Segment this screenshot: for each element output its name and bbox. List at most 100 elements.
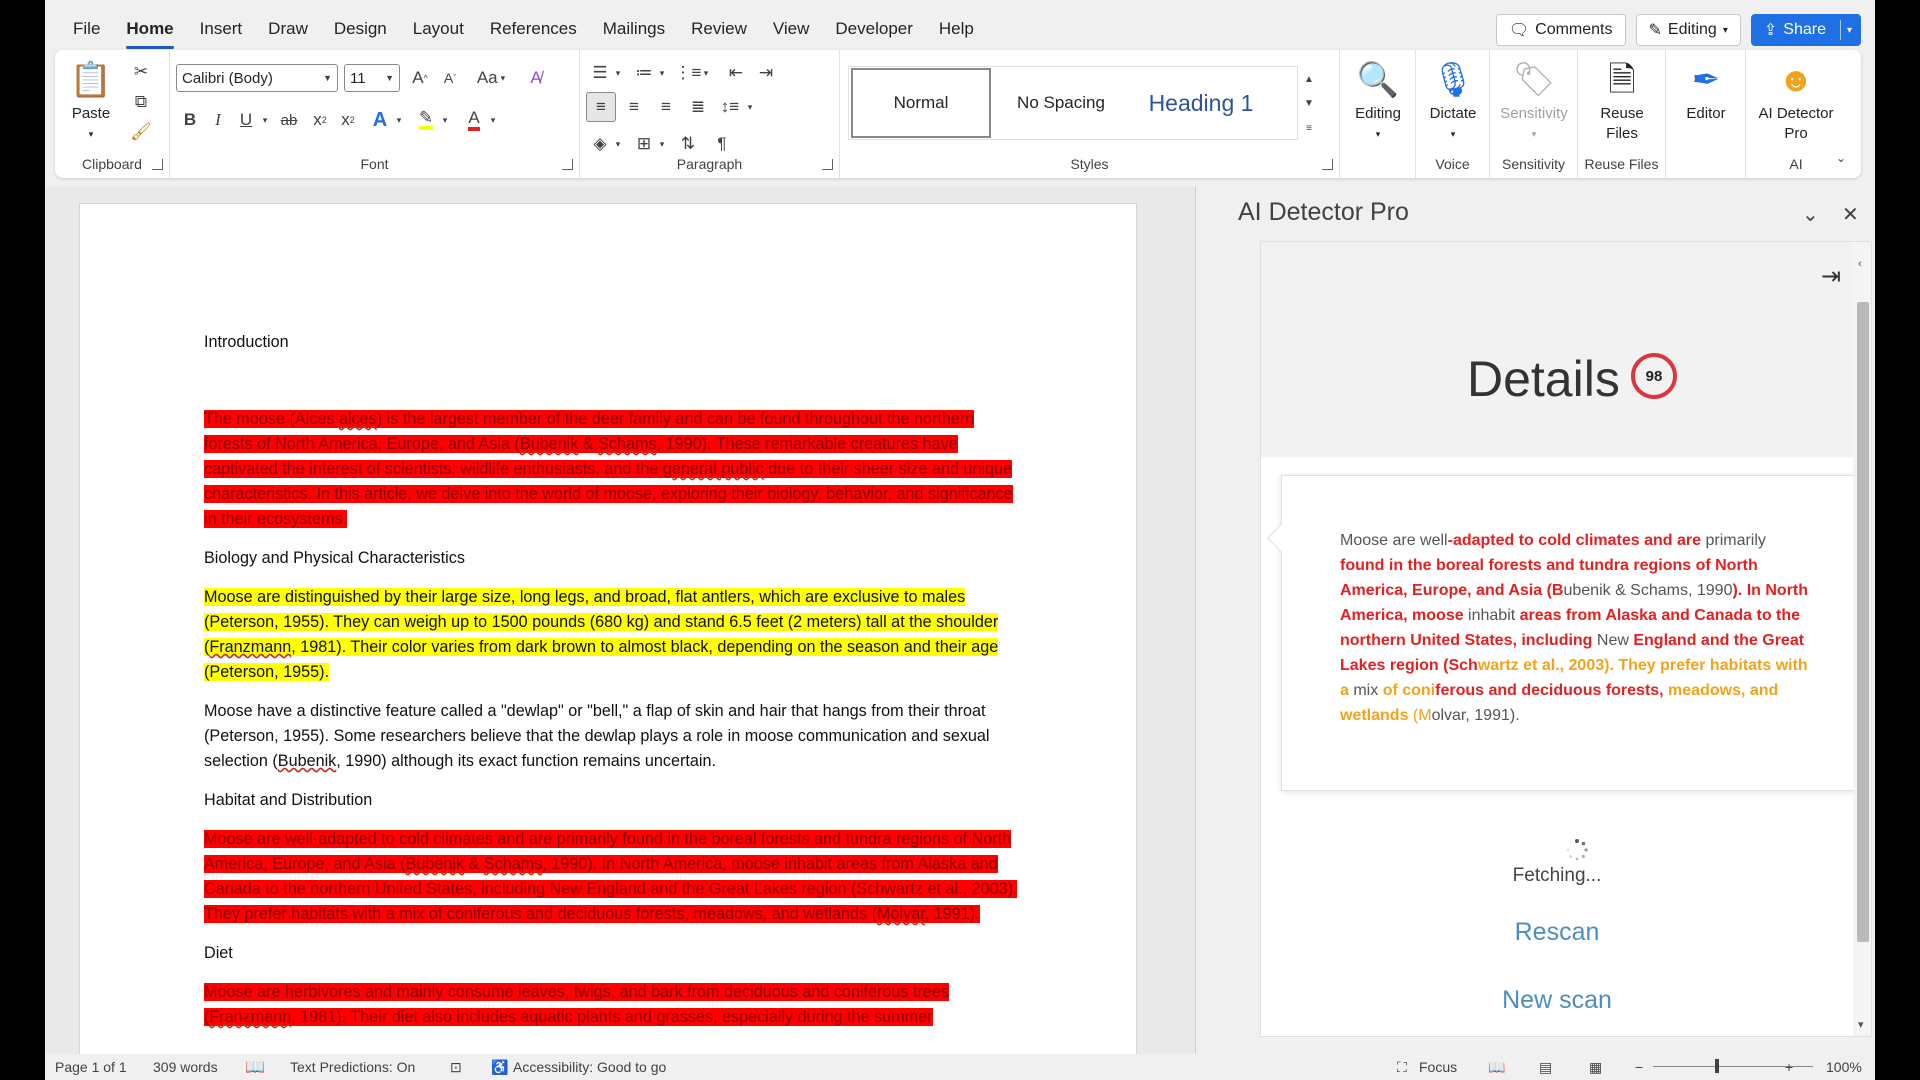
line-spacing-icon[interactable]: ↕≡	[716, 92, 744, 122]
tab-references[interactable]: References	[490, 15, 577, 43]
zoom-in-icon[interactable]: +	[1785, 1059, 1793, 1075]
borders-icon[interactable]: ⊞	[630, 130, 658, 158]
highlight-color-button[interactable]: ✎	[412, 106, 440, 134]
strikethrough-button[interactable]: ab	[274, 106, 304, 134]
shading-icon[interactable]: ◈	[586, 130, 614, 158]
numbering-icon[interactable]: ≔	[630, 60, 658, 86]
sensitivity-button[interactable]: 🏷 Sensitivity ▾	[1494, 56, 1574, 144]
rescan-link[interactable]: Rescan	[1261, 918, 1853, 947]
styles-launcher-icon[interactable]	[1322, 159, 1333, 170]
spelling-error[interactable]: alces	[339, 410, 377, 428]
gallery-more-icon[interactable]: ≡	[1306, 123, 1312, 134]
tab-mailings[interactable]: Mailings	[603, 15, 665, 43]
font-name-combo[interactable]: Calibri (Body) ▼	[176, 64, 338, 92]
cut-icon[interactable]: ✂	[129, 60, 153, 84]
increase-indent-icon[interactable]: ⇥	[752, 60, 780, 86]
tab-developer[interactable]: Developer	[835, 15, 913, 43]
spelling-error[interactable]: Franzmann	[209, 638, 291, 656]
comments-button[interactable]: 🗨 Comments	[1495, 14, 1626, 46]
pane-options-chevron-icon[interactable]: ⌄	[1802, 202, 1819, 227]
pane-scrollbar[interactable]: ‹ ▾	[1853, 242, 1871, 1036]
text-effects-chevron-icon[interactable]: ▾	[392, 106, 406, 134]
underline-button[interactable]: U	[232, 106, 260, 134]
zoom-slider-thumb[interactable]	[1715, 1059, 1719, 1073]
font-color-button[interactable]: A	[460, 106, 488, 134]
accessibility-status[interactable]: Accessibility: Good to go	[513, 1059, 666, 1075]
spelling-error[interactable]: Bubenik	[278, 752, 337, 770]
line-spacing-chevron-icon[interactable]: ▾	[744, 92, 756, 122]
reuse-files-button[interactable]: 🗎 Reuse Files	[1582, 56, 1662, 144]
scroll-up-icon[interactable]: ‹	[1858, 258, 1862, 270]
style-heading-1[interactable]: Heading 1	[1131, 68, 1271, 138]
align-right-icon[interactable]: ≡	[652, 92, 680, 122]
document-content[interactable]: Introduction The moose (Alces alces) is …	[204, 330, 1024, 1044]
tab-insert[interactable]: Insert	[200, 15, 243, 43]
tab-file[interactable]: File	[73, 15, 100, 43]
style-no-spacing[interactable]: No Spacing	[991, 68, 1131, 138]
multilevel-list-icon[interactable]: ⋮≡	[674, 60, 702, 86]
share-button[interactable]: ⇪ Share ▾	[1750, 14, 1861, 46]
numbering-chevron-icon[interactable]: ▾	[656, 60, 668, 86]
gallery-up-icon[interactable]: ▲	[1304, 74, 1314, 85]
grow-font-button[interactable]: A ^	[406, 64, 434, 92]
sign-out-icon[interactable]: ⇥	[1821, 262, 1841, 291]
editor-button[interactable]: ✒ Editor	[1666, 56, 1746, 124]
decrease-indent-icon[interactable]: ⇤	[722, 60, 750, 86]
align-left-icon[interactable]: ≡	[586, 92, 616, 122]
paragraph-launcher-icon[interactable]	[822, 159, 833, 170]
tab-layout[interactable]: Layout	[413, 15, 464, 43]
share-dropdown-chevron-icon[interactable]: ▾	[1847, 25, 1852, 36]
spelling-error[interactable]: Schams	[598, 435, 656, 453]
spelling-error[interactable]: Schams	[484, 855, 542, 873]
tab-home[interactable]: Home	[126, 15, 174, 49]
paste-button[interactable]: 📋 Paste ▾	[61, 56, 121, 144]
font-launcher-icon[interactable]	[562, 159, 573, 170]
scrollbar-thumb[interactable]	[1857, 302, 1869, 942]
align-center-icon[interactable]: ≡	[620, 92, 648, 122]
ai-detector-pro-button[interactable]: ☻ AI Detector Pro	[1750, 56, 1842, 144]
sort-icon[interactable]: ⇅	[674, 130, 702, 158]
editing-button[interactable]: 🔍 Editing ▾	[1340, 56, 1416, 144]
tab-help[interactable]: Help	[939, 15, 974, 43]
text-predictions-status[interactable]: Text Predictions: On	[290, 1059, 415, 1075]
subscript-button[interactable]: x2	[306, 106, 334, 134]
zoom-level[interactable]: 100%	[1826, 1059, 1862, 1075]
tab-review[interactable]: Review	[691, 15, 747, 43]
copy-icon[interactable]: ⧉	[129, 90, 153, 114]
format-painter-icon[interactable]: 🖌	[129, 120, 153, 144]
shrink-font-button[interactable]: Aˇ	[436, 64, 464, 92]
new-scan-link[interactable]: New scan	[1261, 986, 1853, 1015]
multilevel-chevron-icon[interactable]: ▾	[700, 60, 712, 86]
zoom-out-icon[interactable]: −	[1635, 1059, 1643, 1075]
word-count[interactable]: 309 words	[153, 1059, 218, 1075]
print-layout-icon[interactable]: ▤	[1539, 1059, 1552, 1076]
web-layout-icon[interactable]: ▦	[1589, 1059, 1602, 1076]
superscript-button[interactable]: x2	[334, 106, 362, 134]
show-formatting-marks-icon[interactable]: ¶	[708, 130, 736, 158]
tab-draw[interactable]: Draw	[268, 15, 308, 43]
font-color-chevron-icon[interactable]: ▾	[486, 106, 500, 134]
document-page[interactable]: Introduction The moose (Alces alces) is …	[79, 203, 1137, 1073]
borders-chevron-icon[interactable]: ▾	[656, 130, 668, 158]
gallery-down-icon[interactable]: ▼	[1304, 98, 1314, 109]
spelling-error[interactable]: Bubenik	[520, 435, 579, 453]
tab-design[interactable]: Design	[334, 15, 387, 43]
clipboard-launcher-icon[interactable]	[152, 159, 163, 170]
close-icon[interactable]: ✕	[1842, 202, 1859, 227]
scroll-down-icon[interactable]: ▾	[1858, 1018, 1864, 1031]
underline-dropdown-chevron-icon[interactable]: ▾	[258, 106, 272, 134]
style-normal[interactable]: Normal	[851, 68, 991, 138]
tab-view[interactable]: View	[773, 15, 810, 43]
proofing-icon[interactable]: 📖	[245, 1057, 265, 1077]
collapse-ribbon-chevron-icon[interactable]: ⌄	[1831, 148, 1851, 168]
text-effects-button[interactable]: A	[366, 106, 394, 134]
page-count[interactable]: Page 1 of 1	[55, 1059, 127, 1075]
font-size-combo[interactable]: 11 ▼	[344, 64, 400, 92]
editing-mode-button[interactable]: ✎ Editing ▾	[1635, 14, 1741, 46]
read-mode-icon[interactable]: 📖	[1488, 1059, 1505, 1076]
focus-mode-button[interactable]: Focus	[1419, 1059, 1457, 1075]
grammar-suggestion[interactable]: general public	[663, 460, 764, 478]
bold-button[interactable]: B	[176, 106, 204, 134]
clear-formatting-icon[interactable]: A̸	[522, 64, 550, 92]
italic-button[interactable]: I	[204, 106, 232, 134]
